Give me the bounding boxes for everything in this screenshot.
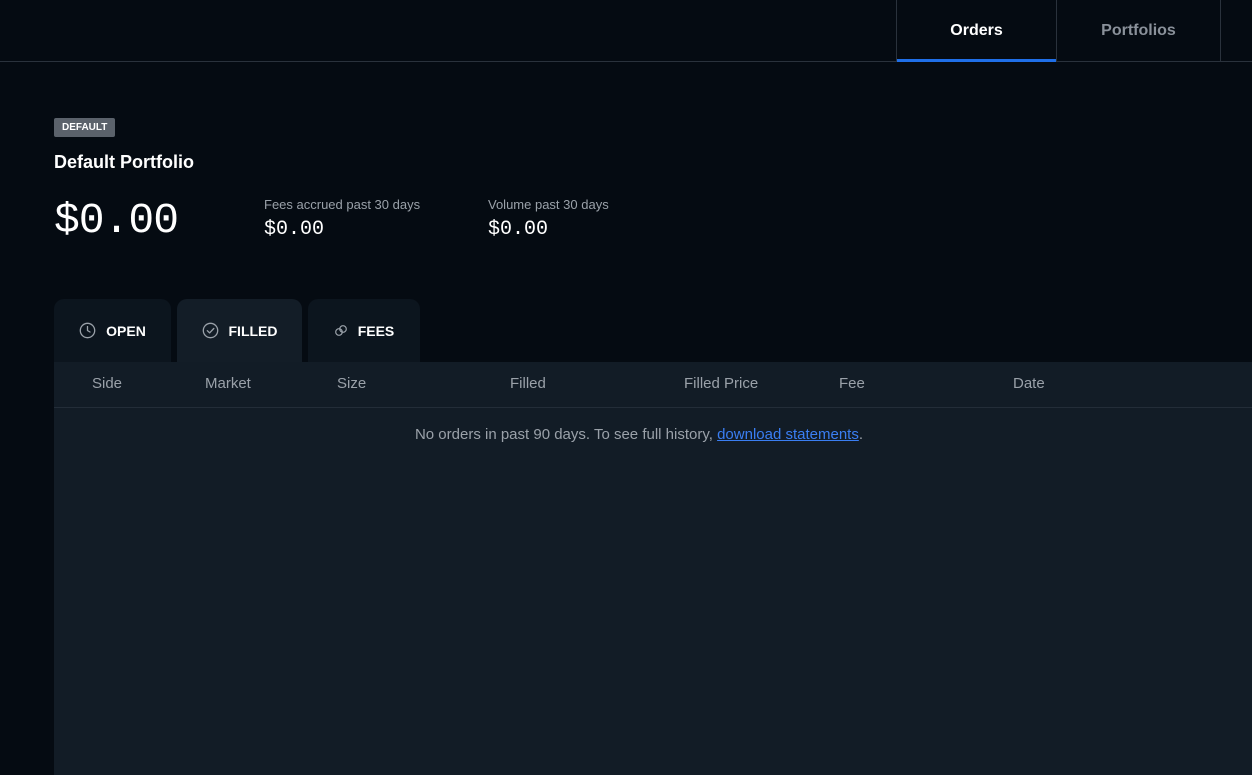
tab-portfolios[interactable]: Portfolios <box>1057 0 1221 61</box>
fees-stat-label: Fees accrued past 30 days <box>264 197 421 212</box>
empty-state-text: No orders in past 90 days. To see full h… <box>414 426 718 443</box>
column-header-filled[interactable]: Filled <box>510 362 546 407</box>
clock-icon <box>79 322 96 339</box>
tab-filled-label: FILLED <box>228 322 278 339</box>
tab-orders[interactable]: Orders <box>896 0 1057 62</box>
orders-table: Side Market Size Filled Filled Price Fee… <box>54 362 1252 775</box>
column-header-market[interactable]: Market <box>205 362 251 407</box>
tab-fees[interactable]: FEES <box>308 299 420 362</box>
column-header-side[interactable]: Side <box>92 362 122 407</box>
download-statements-link[interactable]: download statements <box>717 426 859 443</box>
tab-fees-label: FEES <box>357 322 395 339</box>
fees-stat-value: $0.00 <box>264 218 325 241</box>
fees-stat: Fees accrued past 30 days $0.00 <box>264 197 420 241</box>
default-badge: DEFAULT <box>54 118 116 137</box>
volume-stat: Volume past 30 days $0.00 <box>488 197 609 241</box>
volume-stat-label: Volume past 30 days <box>488 197 609 212</box>
empty-state-message: No orders in past 90 days. To see full h… <box>54 426 1224 443</box>
portfolio-title: Default Portfolio <box>54 152 194 172</box>
column-header-date[interactable]: Date <box>1013 362 1045 407</box>
column-header-filled-price[interactable]: Filled Price <box>684 362 758 407</box>
column-header-fee[interactable]: Fee <box>839 362 865 407</box>
tab-filled[interactable]: FILLED <box>177 299 302 362</box>
tab-open-label: OPEN <box>106 322 146 339</box>
tab-open[interactable]: OPEN <box>54 299 171 362</box>
table-header: Side Market Size Filled Filled Price Fee… <box>54 362 1252 408</box>
portfolio-balance: $0.00 <box>54 196 179 245</box>
check-circle-icon <box>202 322 219 339</box>
fees-icon <box>334 324 348 338</box>
column-header-size[interactable]: Size <box>337 362 366 407</box>
empty-state-suffix: . <box>858 426 864 443</box>
volume-stat-value: $0.00 <box>488 218 549 241</box>
top-nav-bar: Orders Portfolios <box>0 0 1252 62</box>
